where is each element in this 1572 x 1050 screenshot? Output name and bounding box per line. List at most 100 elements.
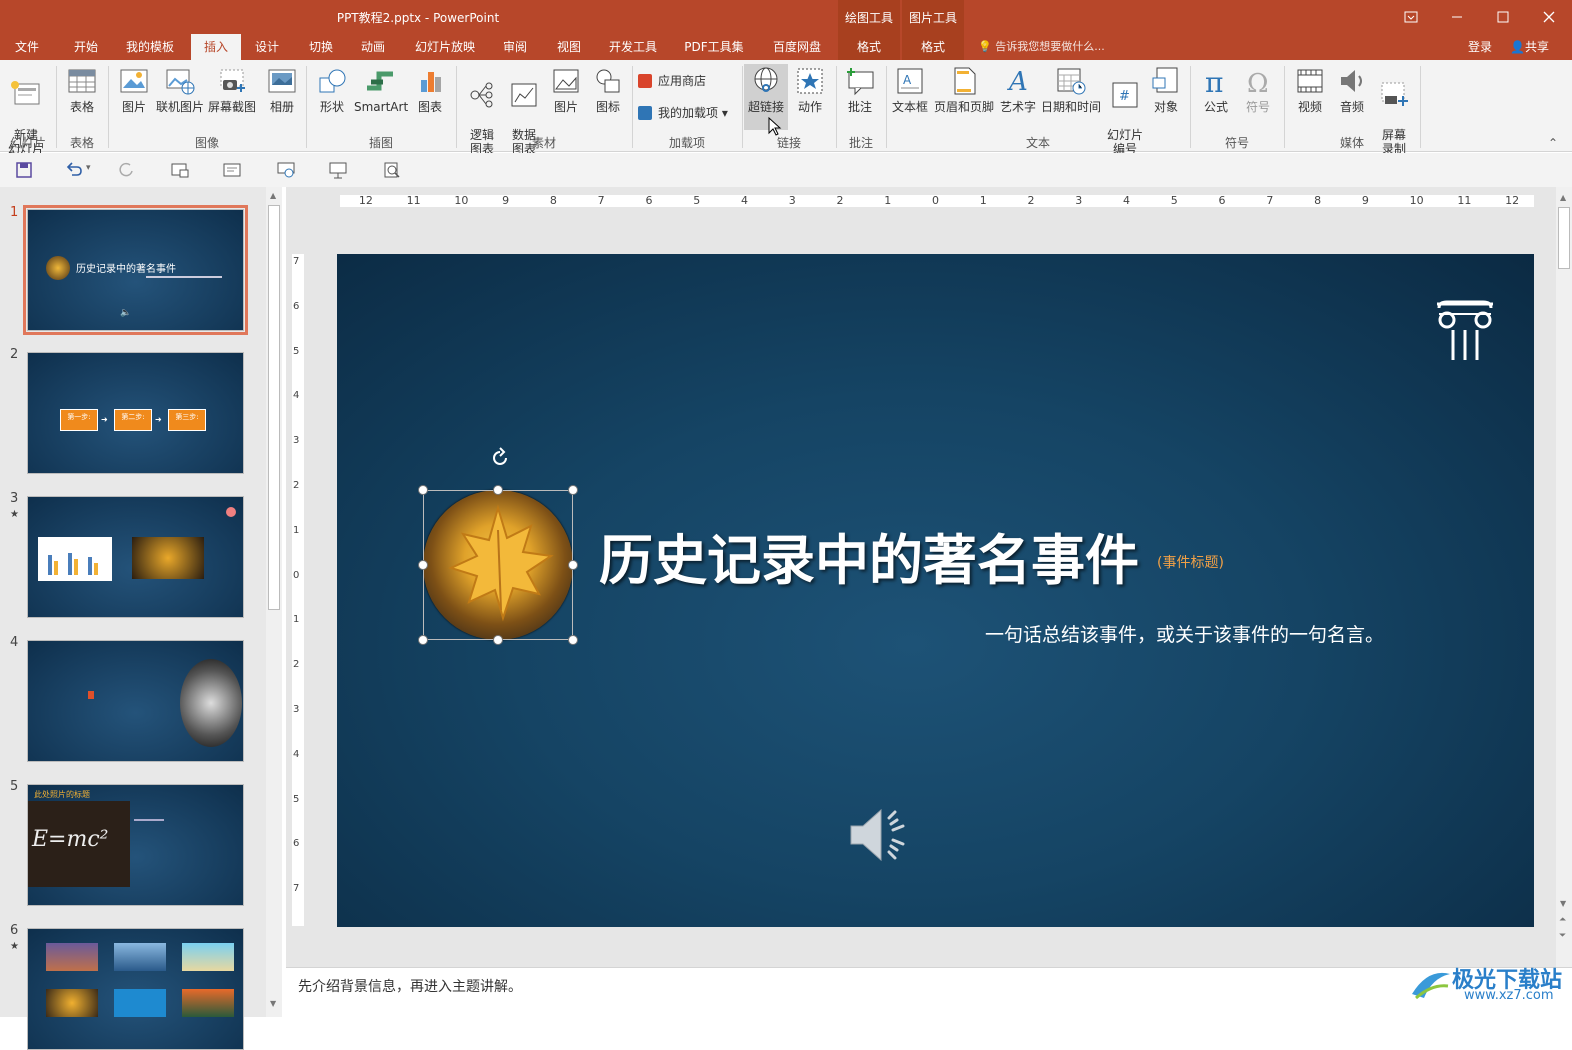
scroll-up-icon[interactable]: ▲ — [1560, 193, 1566, 202]
resize-handle-bottom[interactable] — [493, 635, 503, 645]
tab-review[interactable]: 审阅 — [492, 34, 538, 60]
ruler-number: 8 — [549, 194, 557, 207]
tab-home[interactable]: 开始 — [60, 34, 112, 60]
share-button[interactable]: 👤共享 — [1510, 34, 1549, 60]
login-link[interactable]: 登录 — [1468, 34, 1492, 60]
scroll-up-icon[interactable]: ▲ — [270, 191, 276, 200]
tab-file[interactable]: 文件 — [4, 34, 50, 60]
slide-thumbnail-2[interactable]: 第一步: ➜ 第二步: ➜ 第三步: — [27, 352, 244, 474]
data-chart-button[interactable]: 数据 图表 — [500, 64, 548, 156]
audio-speaker-icon[interactable] — [847, 806, 911, 864]
slide-subtitle[interactable]: 一句话总结该事件，或关于该事件的一句名言。 — [985, 620, 1384, 647]
header-footer-button[interactable]: 页眉和页脚 — [932, 64, 996, 130]
resize-handle-right[interactable] — [568, 560, 578, 570]
textbox-button[interactable]: A 文本框 — [888, 64, 932, 130]
slide-canvas[interactable]: 历史记录中的著名事件 (事件标题) 一句话总结该事件，或关于该事件的一句名言。 — [337, 254, 1534, 927]
tab-drawing-format[interactable]: 格式 — [838, 34, 900, 60]
action-button[interactable]: 动作 — [788, 64, 832, 130]
comment-button[interactable]: 批注 — [838, 64, 882, 130]
resize-handle-top[interactable] — [493, 485, 503, 495]
scroll-down-icon[interactable]: ▼ — [1560, 899, 1566, 908]
group-label-material: 素材 — [531, 136, 556, 150]
store-button[interactable]: 应用商店 — [636, 70, 706, 92]
my-addins-button[interactable]: 我的加载项 ▾ — [636, 102, 728, 124]
present-from-start-icon[interactable] — [170, 161, 190, 179]
tab-pdf-tools[interactable]: PDF工具集 — [676, 34, 752, 60]
resize-handle-top-right[interactable] — [568, 485, 578, 495]
redo-icon[interactable] — [116, 161, 136, 179]
undo-icon[interactable] — [64, 161, 84, 179]
rotate-handle-icon[interactable] — [488, 446, 512, 470]
tab-design[interactable]: 设计 — [244, 34, 290, 60]
slide-thumbnail-5[interactable]: 此处照片的标题 E=mc² — [27, 784, 244, 906]
resize-handle-bottom-right[interactable] — [568, 635, 578, 645]
slide-layout-icon[interactable] — [222, 161, 242, 179]
rehearse-timings-icon[interactable] — [276, 161, 296, 179]
tab-insert[interactable]: 插入 — [191, 34, 241, 60]
tab-view[interactable]: 视图 — [546, 34, 592, 60]
group-label-media: 媒体 — [1339, 136, 1364, 150]
presenter-view-icon[interactable] — [328, 161, 348, 179]
wordart-button[interactable]: A 艺术字 — [996, 64, 1040, 130]
new-slide-button[interactable]: 新建 幻灯片 — [2, 64, 50, 156]
ruler-number: 2 — [293, 480, 300, 491]
material-picture-button[interactable]: 图片 — [542, 64, 590, 130]
notes-pane[interactable]: 先介绍背景信息，再进入主题讲解。 — [286, 967, 1572, 1017]
tab-baidu-netdisk[interactable]: 百度网盘 — [760, 34, 834, 60]
maximize-button[interactable] — [1480, 0, 1526, 34]
screen-record-button[interactable]: 屏幕 录制 — [1372, 64, 1416, 156]
smartart-button[interactable]: SmartArt — [354, 64, 408, 130]
resize-handle-left[interactable] — [418, 560, 428, 570]
screenshot-button[interactable]: 屏幕截图 — [206, 64, 258, 130]
slide-title[interactable]: 历史记录中的著名事件 — [599, 516, 1139, 595]
thumbnail-scroll-thumb[interactable] — [268, 205, 280, 610]
ribbon-display-options-button[interactable] — [1388, 0, 1434, 34]
slide-title-tag[interactable]: (事件标题) — [1157, 552, 1224, 572]
symbol-button[interactable]: Ω 符号 — [1238, 64, 1278, 130]
album-button[interactable]: 相册 — [258, 64, 306, 130]
tab-developer[interactable]: 开发工具 — [600, 34, 666, 60]
chart-button[interactable]: 图表 — [406, 64, 454, 130]
minimize-button[interactable] — [1434, 0, 1480, 34]
tell-me-placeholder: 告诉我您想要做什么... — [995, 40, 1105, 53]
slide-thumbnail-4[interactable] — [27, 640, 244, 762]
object-button[interactable]: 对象 — [1146, 64, 1186, 130]
undo-dropdown-icon[interactable]: ▾ — [86, 163, 91, 173]
previous-slide-icon[interactable]: ⏶ — [1559, 915, 1566, 925]
picture-button[interactable]: 图片 — [110, 64, 158, 130]
datetime-button[interactable]: 日期和时间 — [1040, 64, 1102, 130]
slide-thumbnail-1[interactable]: 历史记录中的著名事件 🔈 — [23, 205, 248, 335]
slide-thumbnail-6[interactable] — [27, 928, 244, 1050]
table-button[interactable]: 表格 — [58, 64, 106, 130]
resize-handle-top-left[interactable] — [418, 485, 428, 495]
slide-number-button[interactable]: # 幻灯片 编号 — [1102, 64, 1148, 156]
tell-me-box[interactable]: 💡 告诉我您想要做什么... — [978, 34, 1105, 60]
collapse-ribbon-icon[interactable]: ⌃ — [1548, 136, 1558, 150]
tab-my-templates[interactable]: 我的模板 — [118, 34, 182, 60]
tab-picture-format[interactable]: 格式 — [902, 34, 964, 60]
shapes-button[interactable]: 形状 — [308, 64, 356, 130]
tab-slideshow[interactable]: 幻灯片放映 — [404, 34, 486, 60]
save-icon[interactable] — [14, 161, 34, 179]
scroll-down-icon[interactable]: ▼ — [270, 999, 276, 1008]
slide-number-icon: # — [1112, 82, 1138, 108]
next-slide-icon[interactable]: ⏷ — [1559, 931, 1566, 941]
logic-chart-button[interactable]: 逻辑 图表 — [458, 64, 506, 156]
equation-button[interactable]: π 公式 — [1194, 64, 1238, 130]
print-preview-icon[interactable] — [382, 161, 402, 179]
video-button[interactable]: 视频 — [1288, 64, 1332, 130]
editor-scroll-thumb[interactable] — [1558, 207, 1570, 269]
thumb-formula: E=mc² — [28, 801, 130, 887]
tab-animations[interactable]: 动画 — [350, 34, 396, 60]
resize-handle-bottom-left[interactable] — [418, 635, 428, 645]
tab-transitions[interactable]: 切换 — [298, 34, 344, 60]
thumbnail-scrollbar[interactable]: ▲ ▼ — [266, 187, 282, 1017]
online-picture-button[interactable]: 联机图片 — [154, 64, 206, 130]
icon-button[interactable]: 图标 — [584, 64, 632, 130]
ribbon-insert: 新建 幻灯片 表格 图片 联机图片 屏幕截图 相册 形状 SmartArt 图表… — [0, 60, 1572, 156]
audio-button[interactable]: 音频 — [1330, 64, 1374, 130]
editor-scrollbar[interactable]: ▲ ▼ ⏶ ⏷ — [1556, 187, 1572, 967]
slide-thumbnail-3[interactable] — [27, 496, 244, 618]
close-button[interactable] — [1526, 0, 1572, 34]
notes-text[interactable]: 先介绍背景信息，再进入主题讲解。 — [298, 976, 522, 996]
